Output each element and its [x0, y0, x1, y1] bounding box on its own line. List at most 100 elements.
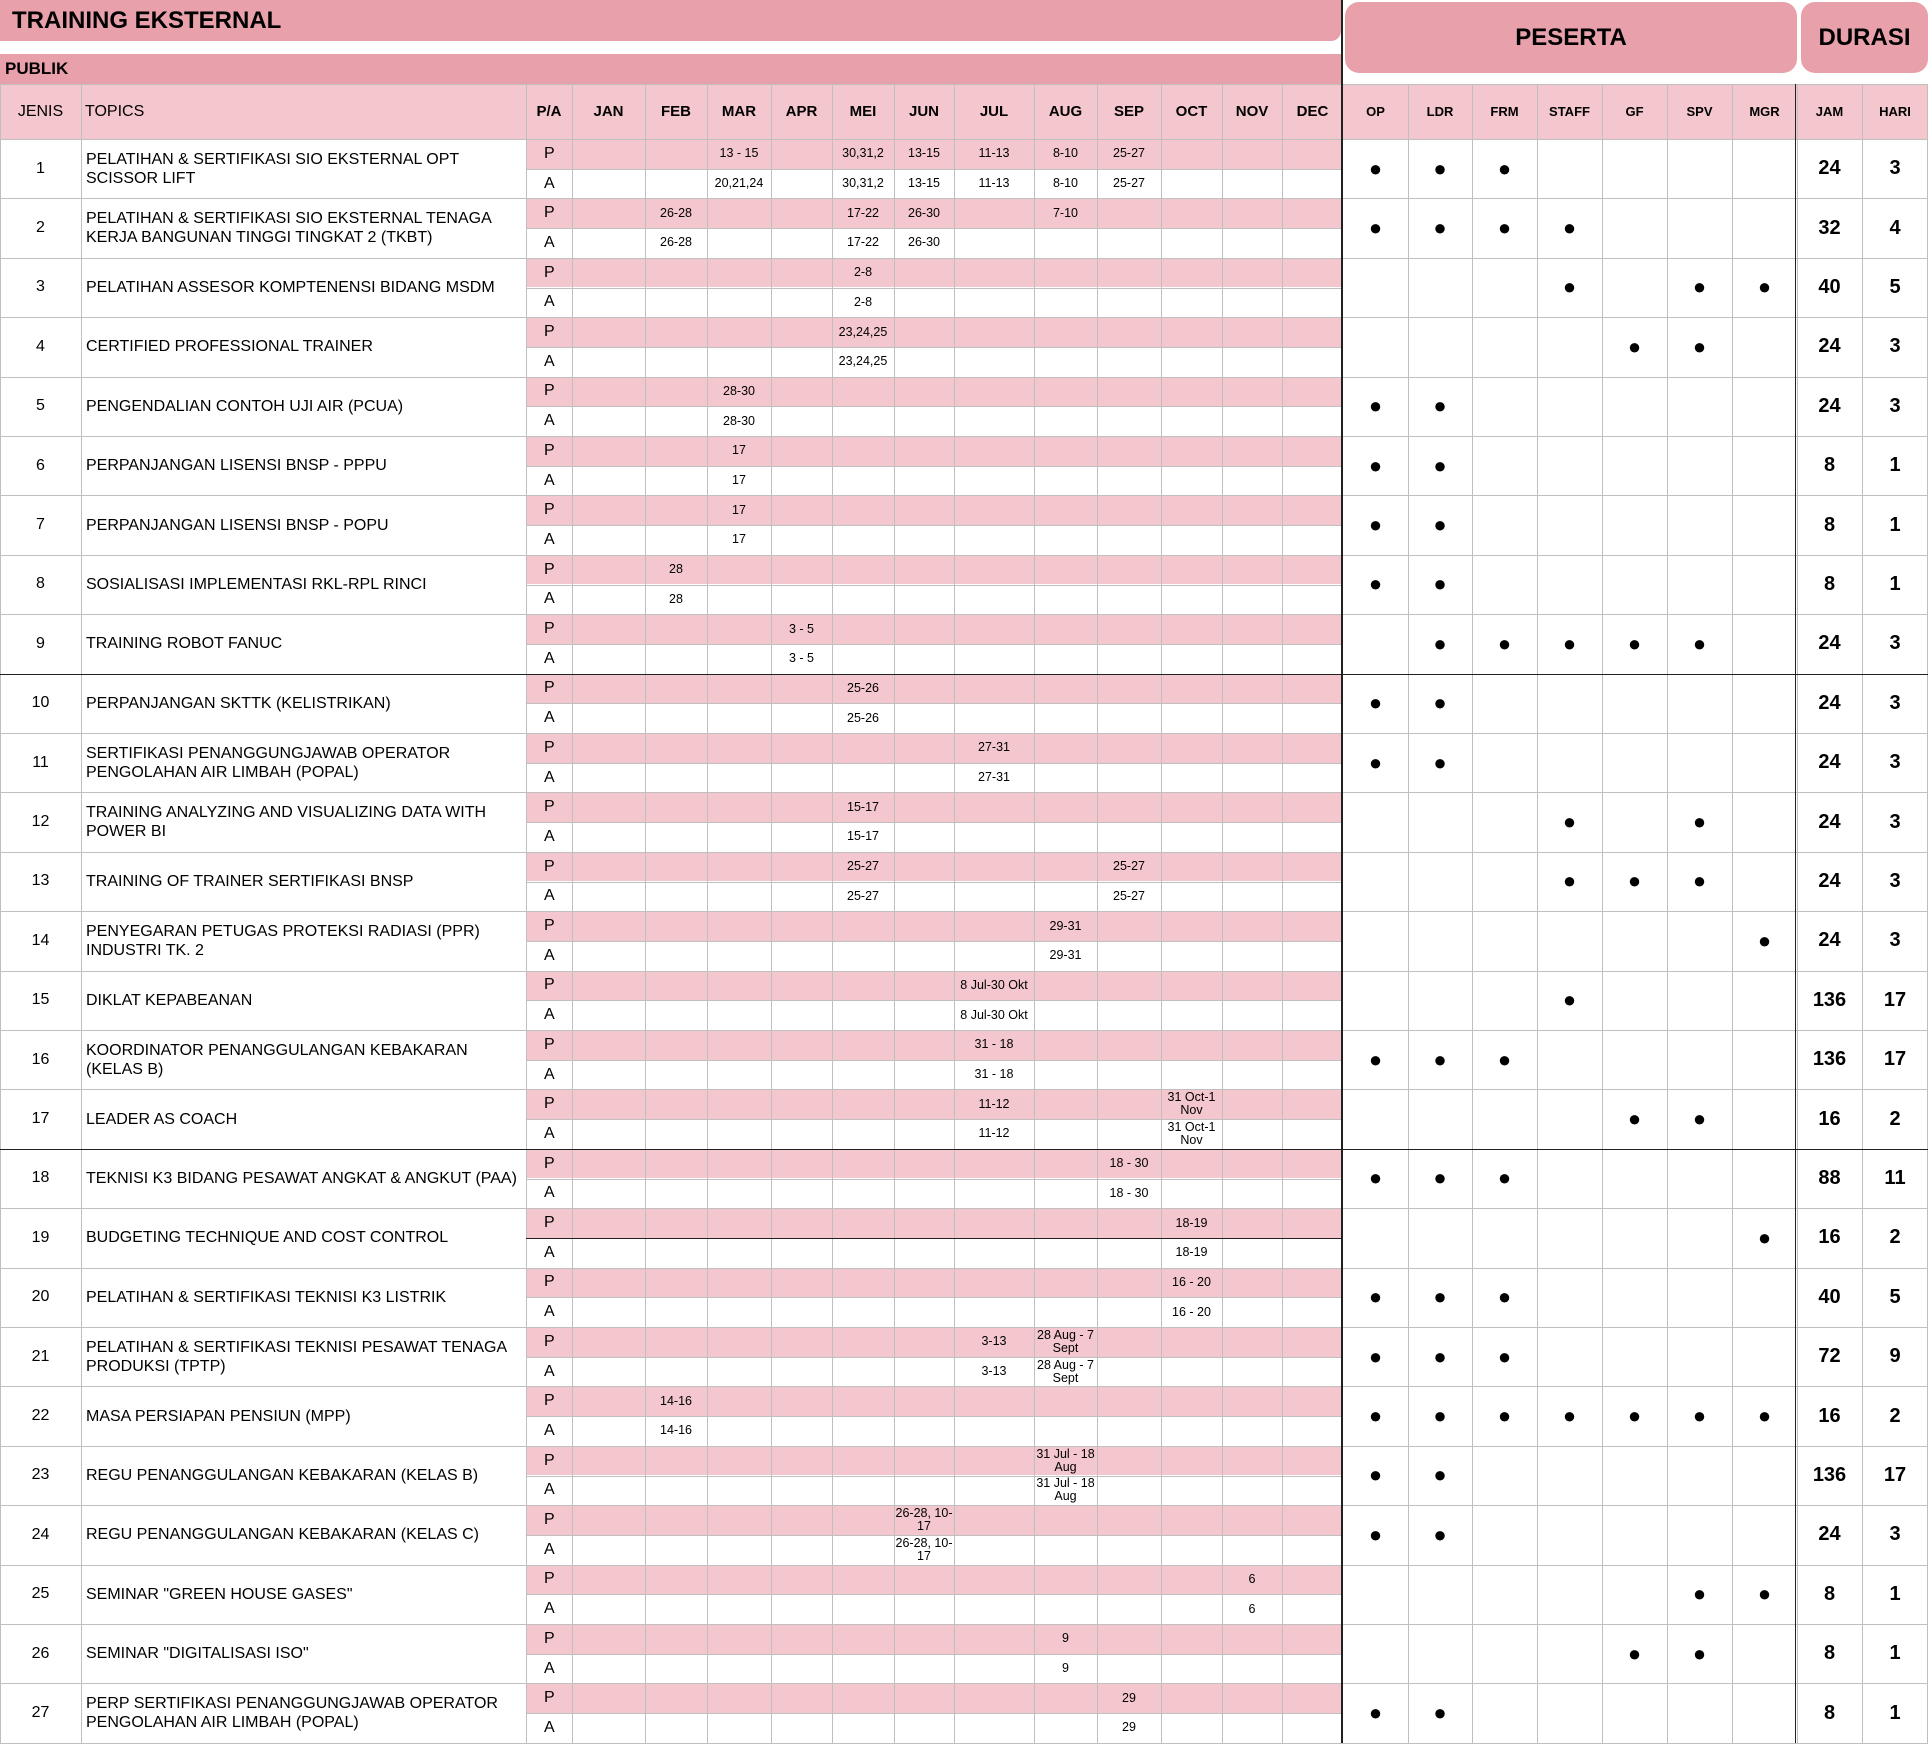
participant-dot-ldr: ● — [1433, 1521, 1447, 1547]
grid-line — [954, 84, 955, 1743]
duration-hari: 5 — [1889, 275, 1901, 298]
duration-hari: 3 — [1889, 751, 1901, 774]
actual-label: A — [544, 590, 555, 608]
row-topic: PELATIHAN & SERTIFIKASI TEKNISI K3 LISTR… — [86, 1288, 447, 1306]
duration-jam: 136 — [1812, 1463, 1847, 1486]
duration-jam: 16 — [1818, 1404, 1841, 1427]
duration-hari: 3 — [1889, 394, 1901, 417]
plan-date-jun: 26-30 — [908, 205, 940, 220]
actual-date-aug: 31 Jul - 18 Aug — [1036, 1476, 1095, 1504]
row-number: 21 — [31, 1347, 50, 1365]
grid-line — [526, 1119, 1343, 1121]
row-topic: CERTIFIED PROFESSIONAL TRAINER — [86, 338, 373, 356]
row-number: 5 — [36, 397, 45, 415]
grid-line — [526, 703, 1343, 705]
participant-dot-staff: ● — [1562, 215, 1577, 241]
plan-label: P — [544, 679, 555, 697]
duration-jam: 24 — [1818, 394, 1841, 417]
participant-dot-spv: ● — [1692, 333, 1707, 359]
row-number: 26 — [31, 1644, 50, 1662]
plan-date-mar: 17 — [732, 502, 746, 517]
plan-date-sep: 25-27 — [1113, 146, 1145, 161]
participant-dot-staff: ● — [1562, 809, 1577, 835]
row-topic: SERTIFIKASI PENANGGUNGJAWAB OPERATOR PEN… — [86, 744, 451, 781]
plan-date-mar: 17 — [732, 443, 746, 458]
grid-line — [0, 84, 1928, 85]
row-topic: SOSIALISASI IMPLEMENTASI RKL-RPL RINCI — [86, 575, 427, 593]
grid-line — [832, 84, 833, 1743]
header-participant-mgr: MGR — [1732, 84, 1797, 139]
row-topic: PERPANJANGAN SKTTK (KELISTRIKAN) — [86, 694, 391, 712]
actual-date-jul: 27-31 — [978, 770, 1010, 785]
participant-dot-ldr: ● — [1433, 749, 1447, 775]
actual-label: A — [544, 1600, 555, 1618]
duration-jam: 40 — [1818, 1285, 1841, 1308]
actual-label: A — [544, 1659, 555, 1677]
duration-jam: 24 — [1818, 157, 1841, 180]
grid-line — [526, 346, 1343, 348]
actual-date-mei: 25-26 — [847, 710, 879, 725]
row-topic: LEADER AS COACH — [86, 1110, 238, 1128]
actual-date-nov: 6 — [1248, 1601, 1256, 1616]
row-topic: KOORDINATOR PENANGGULANGAN KEBAKARAN (KE… — [86, 1041, 468, 1078]
actual-label: A — [544, 709, 555, 727]
row-topic: TEKNISI K3 BIDANG PESAWAT ANGKAT & ANGKU… — [86, 1169, 517, 1187]
plan-date-mei: 2-8 — [853, 265, 873, 280]
plan-label: P — [544, 560, 555, 578]
plan-date-mei: 23,24,25 — [838, 324, 888, 339]
plan-date-aug: 29-31 — [1049, 918, 1082, 933]
sheet-title-text: TRAINING EKSTERNAL — [12, 6, 282, 34]
duration-hari: 1 — [1889, 1642, 1901, 1665]
row-topic: PELATIHAN & SERTIFIKASI TEKNISI PESAWAT … — [86, 1338, 507, 1375]
actual-label: A — [544, 471, 555, 489]
participant-dot-ldr: ● — [1433, 1462, 1447, 1488]
participant-dot-gf: ● — [1627, 1403, 1642, 1429]
header-participant-frm: FRM — [1472, 84, 1537, 139]
peserta-group-header: PESERTA — [1345, 2, 1797, 73]
grid-line — [0, 1505, 1928, 1507]
plan-label: P — [544, 917, 555, 935]
plan-label: P — [544, 1154, 555, 1172]
grid-line — [0, 1208, 1928, 1210]
duration-hari: 1 — [1889, 1701, 1901, 1724]
grid-line — [526, 287, 1343, 289]
plan-date-jun: 26-28, 10-17 — [895, 1506, 953, 1534]
duration-jam: 24 — [1818, 335, 1841, 358]
duration-hari: 17 — [1883, 1463, 1907, 1486]
duration-jam: 16 — [1818, 1226, 1841, 1249]
plan-date-jul: 8 Jul-30 Okt — [960, 977, 1028, 992]
plan-row-band — [526, 1030, 1343, 1060]
duration-jam: 136 — [1812, 1048, 1847, 1071]
row-topic: MASA PERSIAPAN PENSIUN (MPP) — [86, 1407, 351, 1425]
participant-dot-op: ● — [1368, 1165, 1383, 1191]
plan-row-band — [526, 317, 1343, 347]
header-jam: JAM — [1797, 84, 1862, 139]
actual-date-mei: 23,24,25 — [838, 354, 888, 369]
row-number: 18 — [31, 1169, 50, 1187]
duration-hari: 11 — [1884, 1166, 1906, 1189]
duration-hari: 2 — [1889, 1404, 1901, 1427]
row-number: 1 — [36, 159, 45, 177]
actual-date-jun: 13-15 — [908, 176, 940, 191]
plan-label: P — [544, 263, 555, 281]
grid-line — [526, 1416, 1343, 1418]
grid-line — [0, 970, 1928, 972]
grid-line — [707, 84, 708, 1743]
duration-hari: 1 — [1889, 513, 1901, 536]
row-topic: PENGENDALIAN CONTOH UJI AIR (PCUA) — [86, 397, 404, 415]
row-number: 3 — [36, 278, 45, 296]
grid-line — [0, 1445, 1928, 1447]
grid-line — [1667, 84, 1668, 1743]
grid-line — [526, 406, 1343, 408]
participant-dot-op: ● — [1368, 155, 1383, 181]
duration-jam: 8 — [1823, 1582, 1836, 1605]
actual-label: A — [544, 1421, 555, 1439]
duration-hari: 1 — [1889, 454, 1901, 477]
actual-date-mar: 17 — [732, 532, 746, 547]
plan-row-band — [526, 1445, 1343, 1476]
duration-jam: 24 — [1818, 751, 1841, 774]
row-topic: BUDGETING TECHNIQUE AND COST CONTROL — [86, 1229, 449, 1247]
plan-row-band — [526, 1327, 1343, 1357]
header-month-feb: FEB — [645, 84, 707, 139]
participant-dot-staff: ● — [1562, 274, 1577, 300]
